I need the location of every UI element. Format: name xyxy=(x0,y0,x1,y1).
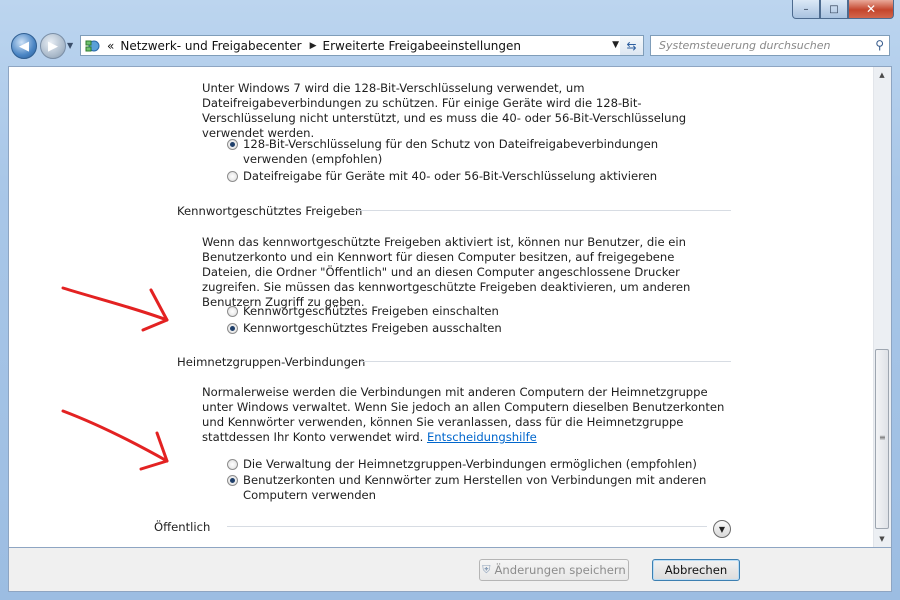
homegroup-description: Normalerweise werden die Verbindungen mi… xyxy=(202,385,727,445)
window-controls: – □ ✕ xyxy=(792,0,894,19)
password-sharing-description: Wenn das kennwortgeschützte Freigeben ak… xyxy=(202,235,691,309)
maximize-button[interactable]: □ xyxy=(820,0,848,19)
annotation-arrow-icon xyxy=(61,286,169,332)
arrow-right-icon: ▶ xyxy=(48,38,58,54)
cancel-label: Abbrechen xyxy=(664,563,728,577)
navigation-bar: ◀ ▶ ▼ « Netzwerk- und Freigabecenter ▶ E… xyxy=(8,32,892,60)
scroll-down-icon[interactable]: ▼ xyxy=(874,531,890,547)
radio-homegroup-windows[interactable] xyxy=(227,459,238,470)
button-bar: ⛨ Änderungen speichern Abbrechen xyxy=(8,548,892,592)
public-heading[interactable]: Öffentlich xyxy=(154,520,210,534)
option-40-56bit-label[interactable]: Dateifreigabe für Geräte mit 40- oder 56… xyxy=(243,169,707,184)
save-changes-button[interactable]: ⛨ Änderungen speichern xyxy=(479,559,629,581)
vertical-scrollbar[interactable]: ▲ ≡ ▼ xyxy=(873,67,891,547)
chevron-down-icon: ▼ xyxy=(718,524,726,534)
radio-password-off[interactable] xyxy=(227,323,238,334)
radio-homegroup-accounts[interactable] xyxy=(227,475,238,486)
section-divider xyxy=(227,526,707,527)
address-bar[interactable]: « Netzwerk- und Freigabecenter ▶ Erweite… xyxy=(80,35,624,56)
radio-password-on[interactable] xyxy=(227,306,238,317)
scrollbar-thumb[interactable]: ≡ xyxy=(875,349,889,529)
password-sharing-heading: Kennwortgeschütztes Freigeben xyxy=(177,204,363,218)
search-input[interactable] xyxy=(659,37,859,54)
arrow-left-icon: ◀ xyxy=(19,38,29,54)
option-password-off-label[interactable]: Kennwortgeschütztes Freigeben ausschalte… xyxy=(243,321,707,336)
network-icon xyxy=(85,39,101,53)
option-password-on[interactable]: Kennwortgeschütztes Freigeben einschalte… xyxy=(227,304,707,319)
close-button[interactable]: ✕ xyxy=(848,0,894,19)
close-icon: ✕ xyxy=(865,2,877,16)
option-homegroup-accounts-label[interactable]: Benutzerkonten und Kennwörter zum Herste… xyxy=(243,473,707,503)
save-changes-label: Änderungen speichern xyxy=(494,563,626,577)
forward-button[interactable]: ▶ xyxy=(40,33,66,59)
radio-128bit[interactable] xyxy=(227,139,238,150)
option-128bit[interactable]: 128-Bit-Verschlüsselung für den Schutz v… xyxy=(227,137,707,167)
radio-40-56bit[interactable] xyxy=(227,171,238,182)
breadcrumb-separator-icon[interactable]: ▶ xyxy=(310,41,317,51)
option-password-off[interactable]: Kennwortgeschütztes Freigeben ausschalte… xyxy=(227,321,707,336)
maximize-icon: □ xyxy=(829,3,839,15)
minimize-icon: – xyxy=(803,3,809,15)
breadcrumb-overflow[interactable]: « xyxy=(107,39,114,53)
address-dropdown-icon[interactable]: ▼ xyxy=(612,40,619,50)
scroll-up-icon[interactable]: ▲ xyxy=(874,67,890,83)
cancel-button[interactable]: Abbrechen xyxy=(652,559,740,581)
encryption-description: Unter Windows 7 wird die 128-Bit-Verschl… xyxy=(202,81,687,140)
option-homegroup-windows-label[interactable]: Die Verwaltung der Heimnetzgruppen-Verbi… xyxy=(243,457,707,472)
minimize-button[interactable]: – xyxy=(792,0,820,19)
search-icon[interactable]: ⚲ xyxy=(875,38,884,52)
section-divider xyxy=(353,210,731,211)
recent-pages-dropdown[interactable]: ▼ xyxy=(67,41,73,50)
option-homegroup-windows[interactable]: Die Verwaltung der Heimnetzgruppen-Verbi… xyxy=(227,457,707,472)
refresh-icon: ⇆ xyxy=(626,38,637,53)
section-divider xyxy=(361,361,731,362)
option-40-56bit[interactable]: Dateifreigabe für Geräte mit 40- oder 56… xyxy=(227,169,707,184)
back-button[interactable]: ◀ xyxy=(11,33,37,59)
option-homegroup-accounts[interactable]: Benutzerkonten und Kennwörter zum Herste… xyxy=(227,473,707,503)
option-128bit-label[interactable]: 128-Bit-Verschlüsselung für den Schutz v… xyxy=(243,137,707,167)
breadcrumb-network-center[interactable]: Netzwerk- und Freigabecenter xyxy=(120,39,301,53)
homegroup-heading: Heimnetzgruppen-Verbindungen xyxy=(177,355,366,369)
refresh-button[interactable]: ⇆ xyxy=(620,35,644,56)
option-password-on-label[interactable]: Kennwortgeschütztes Freigeben einschalte… xyxy=(243,304,707,319)
expand-public-button[interactable]: ▼ xyxy=(713,520,731,538)
decision-help-link[interactable]: Entscheidungshilfe xyxy=(427,430,537,444)
breadcrumb-advanced-sharing[interactable]: Erweiterte Freigabeeinstellungen xyxy=(323,39,522,53)
annotation-arrow-icon xyxy=(61,409,169,471)
grip-icon: ≡ xyxy=(879,433,886,442)
search-box: ⚲ xyxy=(650,35,890,56)
uac-shield-icon: ⛨ xyxy=(482,563,491,576)
